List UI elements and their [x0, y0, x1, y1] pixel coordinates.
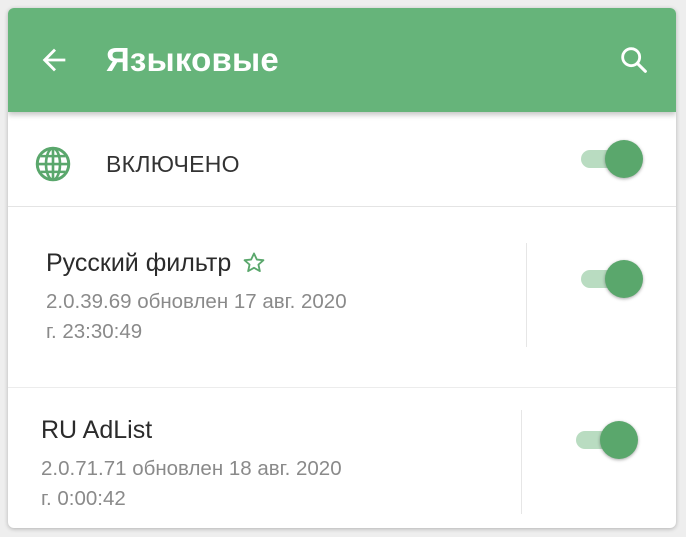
filter-name: Русский фильтр [46, 248, 232, 277]
switch-thumb [605, 260, 643, 298]
globe-icon [35, 146, 71, 182]
master-toggle-switch[interactable] [581, 139, 643, 179]
page-title: Языковые [106, 41, 279, 78]
search-button[interactable] [612, 38, 656, 82]
filter-toggle-switch[interactable] [576, 420, 638, 460]
switch-thumb [605, 140, 643, 178]
vertical-divider [521, 410, 522, 514]
switch-thumb [600, 421, 638, 459]
filter-version-line: 2.0.71.71 обновлен 18 авг. 2020 [41, 457, 342, 480]
vertical-divider [526, 243, 527, 347]
filter-title-line: Русский фильтр [46, 247, 267, 279]
app-bar: Языковые [8, 8, 676, 112]
filter-item-ru-adlist[interactable]: RU AdList 2.0.71.71 обновлен 18 авг. 202… [8, 380, 676, 528]
screen: Языковые ВКЛЮЧЕНО Русский фильтр 2.0.39.… [8, 8, 676, 528]
filter-version-line: 2.0.39.69 обновлен 17 авг. 2020 [46, 290, 347, 313]
filter-item-russian[interactable]: Русский фильтр 2.0.39.69 обновлен 17 авг… [8, 207, 676, 388]
filter-toggle-switch[interactable] [581, 259, 643, 299]
filter-time-line: г. 23:30:49 [46, 320, 143, 343]
filter-name: RU AdList [41, 415, 153, 444]
filter-time-line: г. 0:00:42 [41, 487, 126, 510]
back-button[interactable] [32, 38, 76, 82]
filter-title-line: RU AdList [41, 414, 152, 446]
master-toggle-label: ВКЛЮЧЕНО [106, 151, 240, 177]
filter-update-info: 2.0.71.71 обновлен 18 авг. 2020 г. 0:00:… [41, 454, 461, 514]
search-icon [621, 47, 647, 73]
filter-update-info: 2.0.39.69 обновлен 17 авг. 2020 г. 23:30… [46, 287, 466, 347]
arrow-left-icon [42, 48, 66, 72]
master-toggle-row[interactable]: ВКЛЮЧЕНО [8, 112, 676, 207]
star-outline-icon[interactable] [241, 250, 267, 276]
